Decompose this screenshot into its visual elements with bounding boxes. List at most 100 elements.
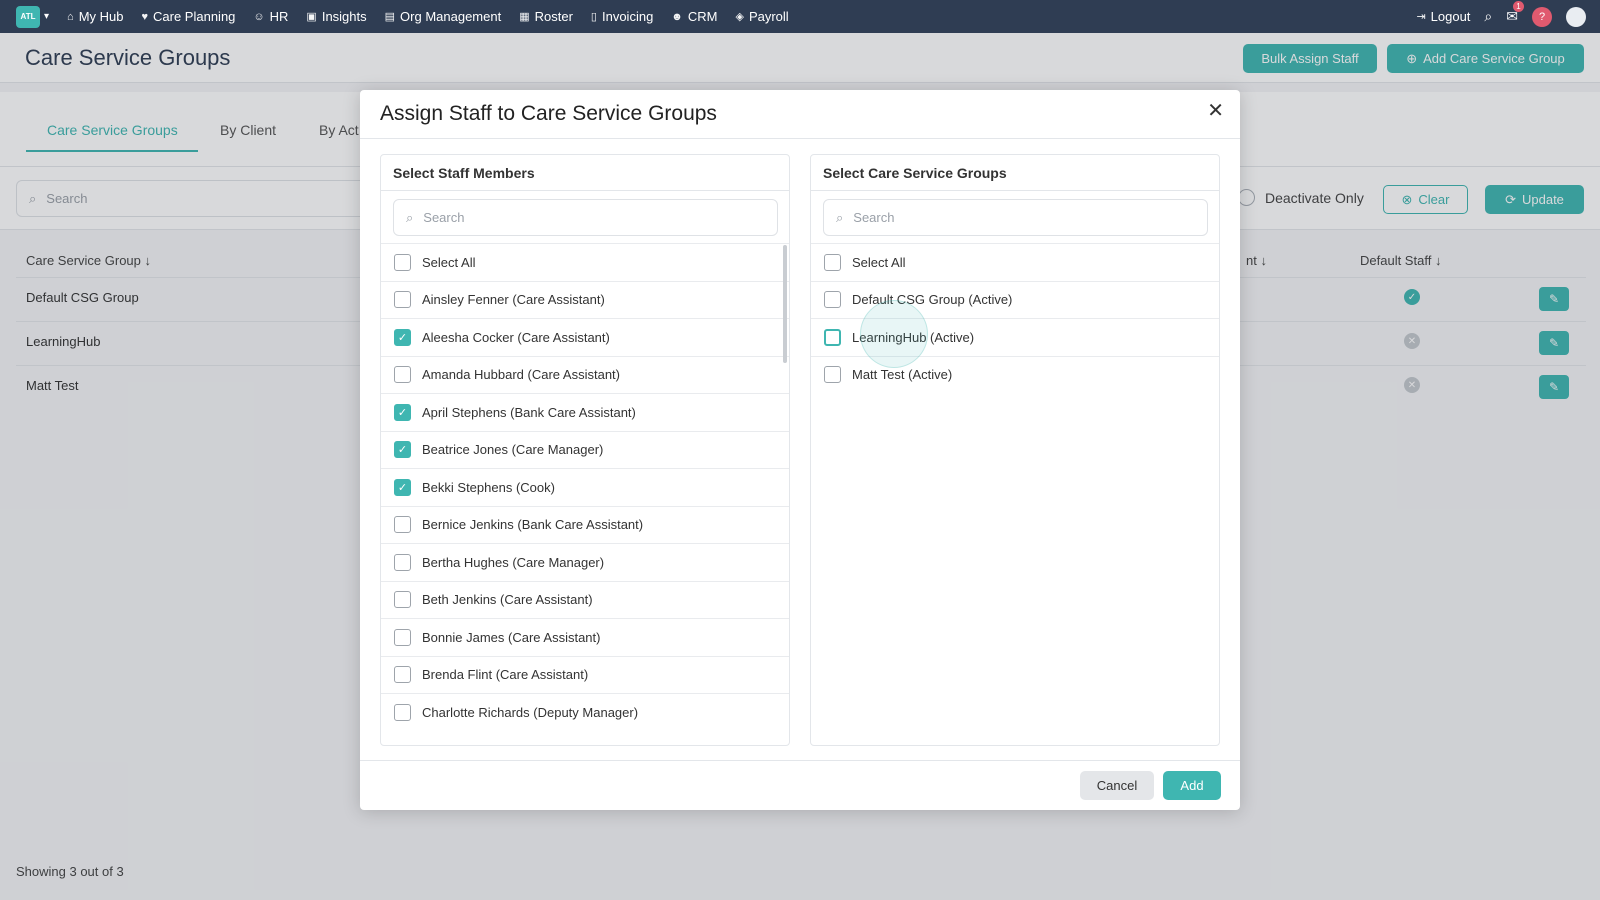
logout-icon: ⇥	[1416, 11, 1426, 23]
logout-button[interactable]: ⇥ Logout	[1416, 9, 1470, 24]
checkbox-checked[interactable]: ✓	[394, 403, 411, 421]
nav-label: Payroll	[748, 9, 789, 24]
groups-panel: Select Care Service Groups ⌕ Search Selec…	[810, 154, 1220, 746]
divider	[811, 190, 1219, 191]
checkbox-checked[interactable]: ✓	[394, 478, 411, 496]
top-nav: ATL ▾ ⌂ My Hub ♥ Care Planning ☺ HR ▣ Insigh…	[0, 0, 1600, 33]
add-button[interactable]: Add	[1163, 771, 1221, 800]
list-item[interactable]: ✓ Aleesha Cocker (Care Assistant)	[381, 318, 789, 356]
chart-icon: ▣	[306, 11, 317, 23]
divider	[360, 138, 1240, 139]
checkbox[interactable]	[394, 628, 411, 646]
list-item[interactable]: ✓ April Stephens (Bank Care Assistant)	[381, 393, 789, 431]
select-all-groups[interactable]: Select All	[811, 243, 1219, 281]
close-icon[interactable]: ✕	[1207, 98, 1224, 123]
list-item[interactable]: Ainsley Fenner (Care Assistant)	[381, 280, 789, 319]
nav-crm[interactable]: ☻ CRM	[671, 9, 717, 24]
checkbox-checked[interactable]: ✓	[394, 328, 411, 346]
staff-panel-title: Select Staff Members	[393, 165, 535, 181]
list-item-label: Bertha Hughes (Care Manager)	[422, 554, 605, 570]
list-item-label: April Stephens (Bank Care Assistant)	[422, 404, 636, 420]
chevron-down-icon[interactable]: ▾	[44, 11, 49, 22]
nav-label: Care Planning	[153, 9, 236, 24]
checkbox[interactable]	[394, 291, 411, 309]
nav-insights[interactable]: ▣ Insights	[306, 9, 366, 24]
heart-icon: ♥	[141, 10, 149, 23]
divider	[381, 190, 789, 191]
list-item-label: Beth Jenkins (Care Assistant)	[422, 592, 593, 608]
search-icon: ⌕	[836, 209, 844, 225]
home-icon: ⌂	[67, 10, 74, 23]
search-icon: ⌕	[406, 209, 414, 225]
calendar-icon: ▦	[519, 11, 530, 23]
list-item[interactable]: Brenda Flint (Care Assistant)	[381, 655, 789, 694]
list-item-label: Bernice Jenkins (Bank Care Assistant)	[422, 517, 644, 533]
list-item-label: Beatrice Jones (Care Manager)	[422, 442, 604, 458]
click-ripple	[860, 300, 928, 368]
list-item[interactable]: Bernice Jenkins (Bank Care Assistant)	[381, 505, 789, 544]
checkbox[interactable]	[394, 516, 411, 534]
list-item-label: Amanda Hubbard (Care Assistant)	[422, 367, 620, 383]
mail-badge: 1	[1513, 1, 1524, 12]
nav-care-planning[interactable]: ♥ Care Planning	[141, 9, 235, 24]
search-placeholder: Search	[423, 210, 465, 225]
building-icon: ▤	[384, 11, 396, 23]
nav-payroll[interactable]: ◈ Payroll	[735, 9, 788, 24]
staff-list: Select All Ainsley Fenner (Care Assistan…	[381, 243, 789, 731]
list-item-label: Matt Test (Active)	[852, 367, 953, 383]
list-item[interactable]: Bertha Hughes (Care Manager)	[381, 543, 789, 581]
list-item-label: Aleesha Cocker (Care Assistant)	[422, 329, 610, 345]
nav-org-management[interactable]: ▤ Org Management	[385, 9, 502, 24]
nav-label: My Hub	[78, 9, 124, 24]
nav-label: CRM	[687, 9, 718, 24]
contacts-icon: ☻	[671, 10, 683, 23]
checkbox[interactable]	[394, 253, 411, 271]
checkbox[interactable]	[824, 253, 841, 271]
people-icon: ☺	[253, 10, 265, 23]
mail-icon[interactable]: ✉ 1	[1506, 1, 1524, 25]
checkbox[interactable]	[824, 328, 841, 346]
nav-my-hub[interactable]: ⌂ My Hub	[67, 9, 123, 24]
help-icon[interactable]: ?	[1532, 6, 1552, 27]
checkbox[interactable]	[394, 703, 411, 721]
list-item-label: Brenda Flint (Care Assistant)	[422, 667, 589, 683]
staff-search-input[interactable]: ⌕ Search	[393, 199, 778, 236]
divider	[360, 760, 1240, 761]
list-item-label: Bekki Stephens (Cook)	[422, 479, 555, 495]
list-item[interactable]: Beth Jenkins (Care Assistant)	[381, 580, 789, 619]
search-icon[interactable]: ⌕	[1484, 8, 1492, 25]
nav-label: Invoicing	[601, 9, 654, 24]
avatar[interactable]	[1566, 6, 1586, 27]
list-item[interactable]: ✓ Beatrice Jones (Care Manager)	[381, 430, 789, 469]
assign-staff-modal: Assign Staff to Care Service Groups ✕ Se…	[360, 90, 1240, 810]
select-all-label: Select All	[852, 254, 906, 270]
checkbox[interactable]	[394, 591, 411, 609]
checkbox[interactable]	[824, 366, 841, 384]
app-logo[interactable]: ATL	[16, 5, 40, 28]
list-item[interactable]: Charlotte Richards (Deputy Manager)	[381, 693, 789, 731]
groups-search-input[interactable]: ⌕ Search	[823, 199, 1208, 236]
list-item[interactable]: ✓ Bekki Stephens (Cook)	[381, 468, 789, 506]
list-item[interactable]: Matt Test (Active)	[811, 355, 1219, 394]
select-all-staff[interactable]: Select All	[381, 243, 789, 281]
list-item[interactable]: Bonnie James (Care Assistant)	[381, 618, 789, 656]
checkbox[interactable]	[394, 553, 411, 571]
search-placeholder: Search	[853, 210, 895, 225]
checkbox-checked[interactable]: ✓	[394, 441, 411, 459]
nav-roster[interactable]: ▦ Roster	[519, 9, 573, 24]
nav-invoicing[interactable]: ▯ Invoicing	[591, 9, 653, 24]
scrollbar[interactable]	[783, 245, 787, 363]
checkbox[interactable]	[824, 291, 841, 309]
nav-right: ⇥ Logout ⌕ ✉ 1 ?	[1398, 0, 1586, 33]
checkbox[interactable]	[394, 666, 411, 684]
staff-panel: Select Staff Members ⌕ Search Select All …	[380, 154, 790, 746]
list-item[interactable]: Amanda Hubbard (Care Assistant)	[381, 355, 789, 394]
select-all-label: Select All	[422, 254, 476, 270]
list-item-label: Charlotte Richards (Deputy Manager)	[422, 704, 639, 720]
logout-label: Logout	[1430, 9, 1471, 24]
checkbox[interactable]	[394, 366, 411, 384]
nav-hr[interactable]: ☺ HR	[253, 9, 288, 24]
nav-label: Roster	[534, 9, 573, 24]
cancel-button[interactable]: Cancel	[1080, 771, 1154, 800]
modal-title: Assign Staff to Care Service Groups	[380, 102, 717, 125]
